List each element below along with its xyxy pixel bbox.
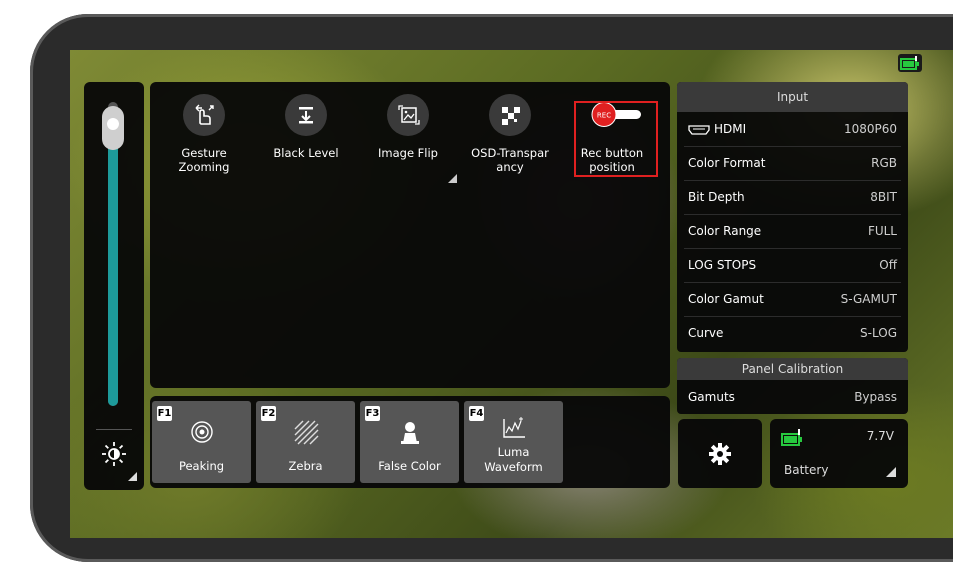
zebra-icon	[294, 420, 319, 445]
info-row-bit-depth: Bit Depth 8BIT	[684, 180, 901, 215]
battery-voltage: 7.7V	[866, 429, 894, 443]
submenu-corner-icon	[448, 174, 457, 183]
info-value: FULL	[867, 224, 897, 238]
calibration-row-gamuts[interactable]: Gamuts Bypass	[684, 380, 901, 414]
info-row-color-range: Color Range FULL	[684, 214, 901, 249]
info-key: Color Gamut	[688, 292, 764, 306]
menu-item-label: Image Flip	[378, 146, 438, 160]
fkey-zebra[interactable]: F2 Zebra	[256, 401, 355, 483]
brightness-slider-fill	[108, 126, 118, 406]
fkey-label: Luma Waveform	[484, 445, 543, 474]
fkey-label: Peaking	[178, 459, 225, 473]
false-color-icon	[401, 422, 419, 444]
info-row-hdmi: HDMI 1080P60	[684, 112, 901, 147]
menu-item-image-flip[interactable]: Image Flip	[362, 94, 457, 184]
settings-menu-panel: Gesture Zooming Black Level Image Flip O…	[150, 82, 670, 388]
menu-item-label: Gesture Zooming	[178, 146, 230, 174]
divider	[96, 429, 132, 430]
fkey-label: Zebra	[288, 459, 323, 473]
fkey-label: False Color	[378, 459, 441, 473]
menu-item-osd-transparency[interactable]: OSD-Transpar ancy	[464, 94, 556, 184]
info-value: RGB	[871, 156, 897, 170]
panel-calibration: Panel Calibration Gamuts Bypass	[677, 358, 908, 414]
input-title: Input	[677, 82, 908, 112]
info-key-text: HDMI	[714, 122, 747, 136]
fkey-number: F4	[469, 406, 484, 421]
info-key: Gamuts	[688, 390, 735, 404]
battery-icon	[781, 429, 802, 446]
menu-item-label: Black Level	[273, 146, 339, 160]
fkey-luma-waveform[interactable]: F4 Luma Waveform	[464, 401, 563, 483]
info-key: HDMI	[688, 112, 746, 146]
gesture-zoom-icon	[183, 94, 225, 136]
info-key: Color Range	[688, 224, 762, 238]
info-value: Bypass	[854, 390, 897, 404]
info-row-color-gamut: Color Gamut S-GAMUT	[684, 282, 901, 317]
info-value: 1080P60	[843, 122, 897, 136]
brightness-slider[interactable]	[102, 102, 124, 406]
fkey-number: F1	[157, 406, 172, 421]
battery-panel[interactable]: 7.7V Battery	[770, 419, 908, 488]
selected-item-highlight	[574, 101, 658, 177]
info-key: Curve	[688, 326, 724, 340]
fkey-peaking[interactable]: F1 Peaking	[152, 401, 251, 483]
battery-label: Battery	[784, 463, 829, 477]
peaking-icon	[191, 421, 213, 443]
menu-item-gesture-zooming[interactable]: Gesture Zooming	[158, 94, 250, 184]
info-row-curve: Curve S-LOG	[684, 316, 901, 350]
info-key: LOG STOPS	[688, 258, 757, 272]
info-value: 8BIT	[870, 190, 897, 204]
fkey-number: F2	[261, 406, 276, 421]
battery-status-icon	[898, 54, 922, 72]
brightness-slider-thumb[interactable]	[102, 106, 124, 150]
info-value: S-LOG	[860, 326, 897, 340]
info-key: Color Format	[688, 156, 766, 170]
input-info-panel: Input HDMI 1080P60 Color Format RGB Bit …	[677, 82, 908, 352]
brightness-slider-panel	[84, 82, 144, 490]
info-row-log-stops: LOG STOPS Off	[684, 248, 901, 283]
gear-icon	[709, 443, 731, 465]
black-level-icon	[285, 94, 327, 136]
monitor-screen: Gesture Zooming Black Level Image Flip O…	[70, 50, 953, 538]
image-flip-icon	[387, 94, 429, 136]
info-key: Bit Depth	[688, 190, 745, 204]
brightness-icon[interactable]	[100, 440, 128, 468]
waveform-icon	[503, 417, 525, 438]
menu-item-label: OSD-Transpar ancy	[471, 146, 549, 174]
menu-item-black-level[interactable]: Black Level	[260, 94, 352, 184]
info-value: S-GAMUT	[840, 292, 897, 306]
hdmi-icon	[688, 124, 710, 135]
settings-button[interactable]	[678, 419, 762, 488]
info-row-color-format: Color Format RGB	[684, 146, 901, 181]
info-value: Off	[879, 258, 897, 272]
osd-transparency-icon	[489, 94, 531, 136]
fkey-false-color[interactable]: F3 False Color	[360, 401, 459, 483]
expand-corner-icon	[128, 472, 137, 481]
calibration-title: Panel Calibration	[677, 358, 908, 380]
expand-corner-icon	[886, 467, 896, 477]
fkey-number: F3	[365, 406, 380, 421]
function-keys-panel: F1 Peaking F2 Zebra F3 False Color F4 Lu…	[150, 396, 670, 488]
